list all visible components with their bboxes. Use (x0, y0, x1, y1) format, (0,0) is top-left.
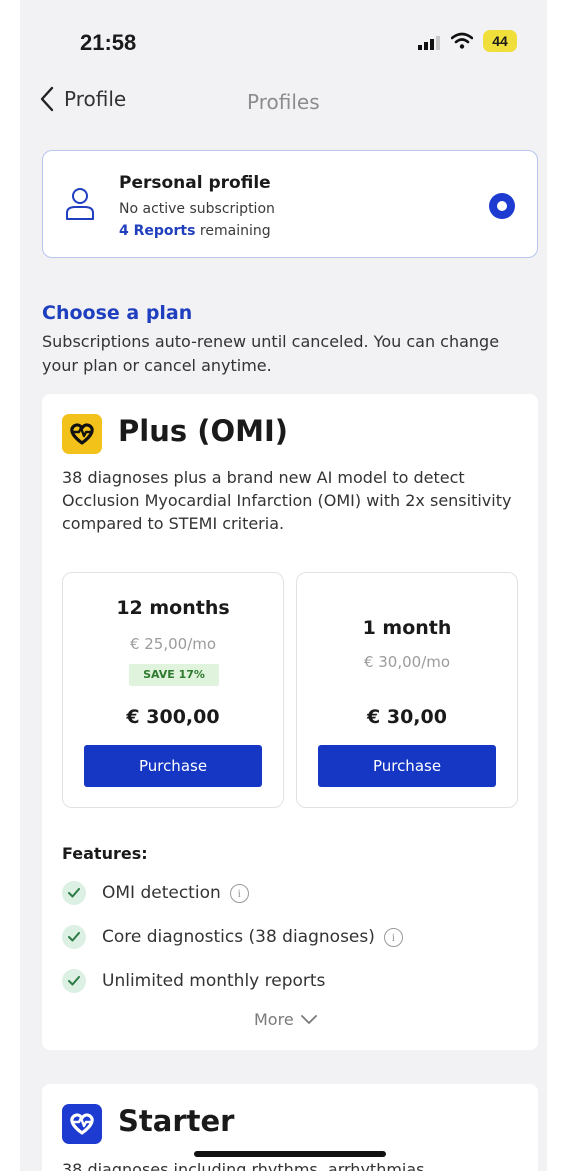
features-heading: Features: (62, 844, 148, 863)
more-label: More (254, 1010, 294, 1029)
feature-label: OMI detection (102, 883, 221, 903)
chevron-left-icon (40, 86, 54, 112)
cellular-signal-icon (418, 36, 440, 50)
page-title: Profiles (247, 90, 320, 114)
profile-name: Personal profile (119, 173, 271, 193)
feature-label: Core diagnostics (38 diagnoses) (102, 927, 375, 947)
feature-item: Core diagnostics (38 diagnoses) i (62, 922, 403, 952)
reports-suffix: remaining (195, 223, 271, 239)
reports-remaining: 4 Reports remaining (119, 223, 271, 239)
plan-name: Plus (OMI) (118, 414, 289, 448)
plan-card-starter: Starter 38 diagnoses including rhythms, … (42, 1084, 538, 1171)
profile-card[interactable]: Personal profile No active subscription … (42, 150, 538, 258)
home-indicator (194, 1151, 386, 1157)
plan-card-plus: Plus (OMI) 38 diagnoses plus a brand new… (42, 394, 538, 1050)
purchase-button-1-month[interactable]: Purchase (318, 745, 496, 787)
option-price: € 300,00 (126, 706, 220, 728)
feature-item: Unlimited monthly reports (62, 966, 325, 996)
plan-description: 38 diagnoses plus a brand new AI model t… (62, 468, 512, 533)
feature-item: OMI detection i (62, 878, 249, 908)
status-time: 21:58 (80, 30, 137, 55)
heart-ecg-icon (62, 1104, 102, 1144)
option-monthly-price: € 30,00/mo (363, 653, 451, 671)
more-button[interactable]: More (254, 1010, 317, 1029)
profile-radio-selected[interactable] (489, 193, 515, 219)
option-duration: 1 month (362, 617, 452, 639)
section-title: Choose a plan (42, 302, 193, 324)
navigation-bar: Profile Profiles (20, 82, 547, 122)
save-badge: SAVE 17% (129, 664, 219, 686)
info-icon[interactable]: i (229, 883, 249, 903)
info-icon[interactable]: i (383, 927, 403, 947)
battery-indicator: 44 (483, 30, 517, 52)
heart-ecg-icon (62, 414, 102, 454)
checkmark-icon (62, 969, 86, 993)
subscription-status: No active subscription (119, 201, 275, 217)
plan-name: Starter (118, 1104, 235, 1138)
option-duration: 12 months (116, 597, 230, 619)
checkmark-icon (62, 925, 86, 949)
plan-option-12-months[interactable]: 12 months € 25,00/mo SAVE 17% € 300,00 P… (62, 572, 284, 808)
chevron-down-icon (300, 1014, 317, 1024)
option-monthly-price: € 25,00/mo (129, 635, 217, 653)
plan-option-1-month[interactable]: 1 month € 30,00/mo € 30,00 Purchase (296, 572, 518, 808)
back-label: Profile (64, 87, 127, 111)
back-button[interactable]: Profile (40, 86, 126, 112)
app-screen: 21:58 44 Profile Profiles Personal profi… (20, 0, 547, 1171)
reports-count: 4 Reports (119, 223, 196, 239)
feature-label: Unlimited monthly reports (102, 971, 326, 991)
checkmark-icon (62, 881, 86, 905)
section-description: Subscriptions auto-renew until canceled.… (42, 332, 500, 375)
wifi-icon (451, 32, 473, 49)
status-bar: 21:58 44 (20, 0, 547, 80)
person-icon (66, 188, 94, 220)
option-price: € 30,00 (367, 706, 447, 728)
plan-description: 38 diagnoses including rhythms, arrhythm… (62, 1160, 425, 1171)
purchase-button-12-months[interactable]: Purchase (84, 745, 262, 787)
